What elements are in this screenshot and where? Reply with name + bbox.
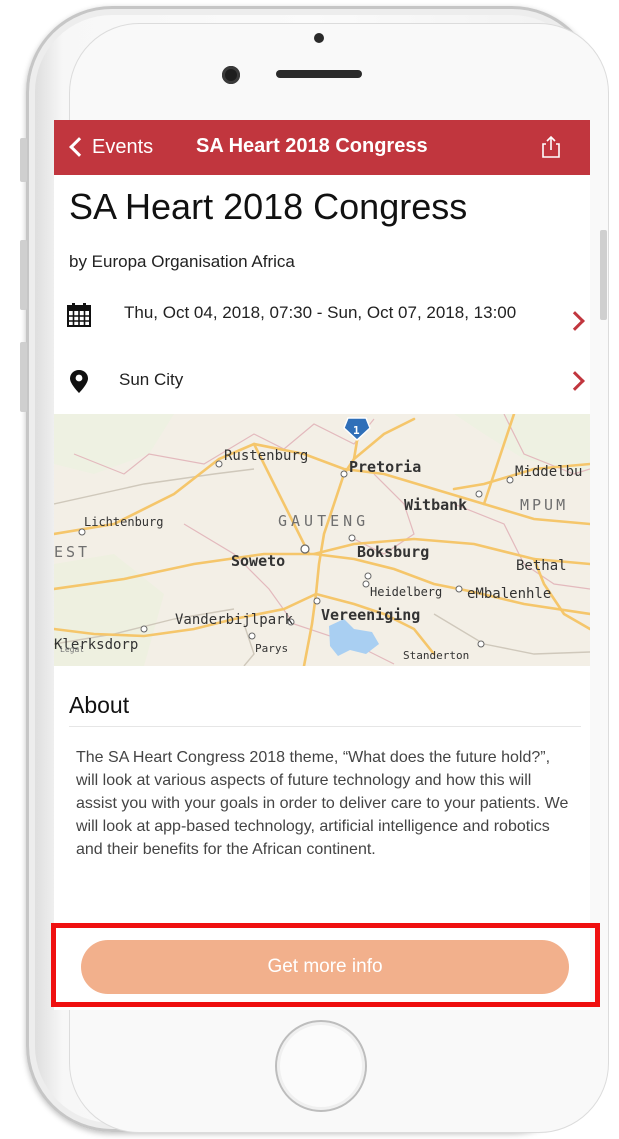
volume-up-button — [20, 240, 27, 310]
about-description: The SA Heart Congress 2018 theme, “What … — [76, 749, 569, 858]
chevron-right-icon — [565, 371, 585, 391]
map-label-est: EST — [54, 543, 90, 561]
about-divider — [69, 726, 581, 727]
map-label-gauteng: GAUTENG — [278, 512, 369, 530]
map-label-mpum: MPUM — [520, 496, 568, 514]
map-label-soweto: Soweto — [231, 552, 285, 570]
event-title: SA Heart 2018 Congress — [69, 186, 468, 227]
location-map[interactable]: 1 Rustenburg Pretoria Middelbu Witbank M… — [54, 414, 590, 666]
back-button[interactable]: Events — [68, 133, 153, 161]
location-pin-icon — [70, 370, 88, 393]
event-date-text: Thu, Oct 04, 2018, 07:30 - Sun, Oct 07, … — [124, 303, 517, 322]
app-screen: Events SA Heart 2018 Congress SA Heart 2… — [54, 120, 590, 1010]
earpiece-speaker — [276, 70, 362, 78]
map-legal-link[interactable]: Legal — [60, 645, 84, 654]
map-label-boksburg: Boksburg — [357, 543, 429, 561]
map-graphic: 1 Rustenburg Pretoria Middelbu Witbank M… — [54, 414, 590, 666]
map-label-bethal: Bethal — [516, 558, 567, 574]
chevron-right-icon — [565, 311, 585, 331]
volume-down-button — [20, 342, 27, 412]
map-label-vanderbijlpark: Vanderbijlpark — [175, 612, 294, 628]
event-location-text: Sun City — [119, 370, 184, 389]
navigation-bar: Events SA Heart 2018 Congress — [54, 120, 590, 175]
nav-title: SA Heart 2018 Congress — [196, 135, 428, 157]
calendar-icon — [67, 303, 91, 327]
route-shield-label: 1 — [353, 424, 360, 437]
map-label-vereeniging: Vereeniging — [321, 606, 420, 624]
share-icon[interactable] — [538, 134, 564, 160]
mute-switch — [20, 138, 27, 182]
map-label-lichtenburg: Lichtenburg — [84, 515, 163, 529]
back-button-label: Events — [92, 135, 154, 158]
get-more-info-button[interactable]: Get more info — [81, 940, 569, 994]
map-label-pretoria: Pretoria — [349, 458, 421, 476]
front-camera — [222, 66, 240, 84]
event-date-row[interactable]: Thu, Oct 04, 2018, 07:30 - Sun, Oct 07, … — [54, 298, 590, 354]
map-label-rustenburg: Rustenburg — [224, 448, 308, 464]
chevron-left-icon — [69, 137, 89, 157]
power-button — [600, 230, 607, 320]
map-label-embalenhle: eMbalenhle — [467, 586, 551, 602]
map-label-middelburg: Middelbu — [515, 464, 582, 480]
soweto-marker — [300, 544, 310, 554]
event-location-row[interactable]: Sun City — [54, 364, 590, 404]
map-label-witbank: Witbank — [404, 496, 467, 514]
about-heading: About — [69, 692, 130, 718]
map-label-heidelberg: Heidelberg — [370, 585, 442, 599]
map-label-standerton: Standerton — [403, 649, 469, 662]
home-button — [275, 1020, 367, 1112]
event-organizer: by Europa Organisation Africa — [69, 252, 295, 271]
map-label-parys: Parys — [255, 642, 288, 655]
proximity-sensor — [314, 33, 324, 43]
